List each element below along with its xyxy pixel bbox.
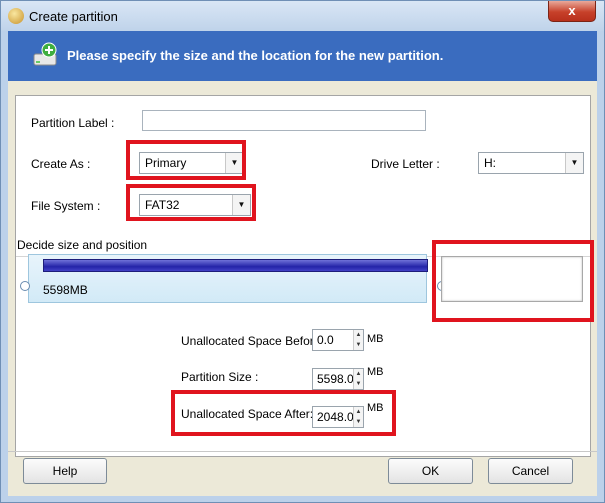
- drive-letter-value: H:: [484, 156, 496, 170]
- partition-bar-size: 5598MB: [43, 283, 88, 297]
- partition-label-input[interactable]: [142, 110, 426, 131]
- partition-label-caption: Partition Label :: [31, 116, 115, 130]
- highlight-create-as: [126, 140, 246, 180]
- partition-bar[interactable]: 5598MB: [28, 254, 428, 303]
- footer-divider: [8, 451, 597, 452]
- close-button[interactable]: x: [548, 1, 596, 22]
- ok-button[interactable]: OK: [388, 458, 473, 484]
- highlight-file-system: [126, 184, 256, 221]
- partition-bar-fill: [43, 259, 428, 272]
- window-title: Create partition: [29, 9, 118, 24]
- size-section-title: Decide size and position: [17, 238, 152, 252]
- dialog-body: Please specify the size and the location…: [8, 31, 597, 496]
- add-disk-icon: [33, 42, 57, 66]
- spin-arrows-icon[interactable]: ▲ ▼: [353, 369, 363, 389]
- partition-size-stepper[interactable]: 5598.0 ▲ ▼: [312, 368, 364, 390]
- partition-size-caption: Partition Size :: [181, 370, 259, 384]
- spin-arrows-icon[interactable]: ▲ ▼: [353, 330, 363, 350]
- form-panel: Partition Label : Create As : Primary ▼ …: [15, 95, 594, 457]
- help-button[interactable]: Help: [23, 458, 107, 484]
- left-resize-handle[interactable]: [20, 281, 30, 291]
- space-before-value: 0.0: [317, 333, 334, 347]
- title-bar: Create partition x: [1, 1, 604, 31]
- banner-instruction: Please specify the size and the location…: [67, 48, 444, 63]
- highlight-unallocated: [432, 240, 594, 322]
- space-before-caption: Unallocated Space Before:: [181, 334, 324, 348]
- create-as-caption: Create As :: [31, 157, 91, 171]
- app-icon: [8, 8, 24, 24]
- file-system-caption: File System :: [31, 199, 101, 213]
- drive-letter-select[interactable]: H: ▼: [478, 152, 584, 174]
- partition-size-unit: MB: [367, 366, 384, 378]
- space-before-stepper[interactable]: 0.0 ▲ ▼: [312, 329, 364, 351]
- header-banner: Please specify the size and the location…: [8, 31, 597, 81]
- highlight-space-after: [171, 390, 396, 436]
- create-partition-dialog: Create partition x Please specify the si…: [0, 0, 605, 503]
- drive-letter-caption: Drive Letter :: [371, 157, 440, 171]
- space-before-unit: MB: [367, 333, 384, 345]
- cancel-button[interactable]: Cancel: [488, 458, 573, 484]
- partition-size-value: 5598.0: [317, 372, 354, 386]
- chevron-down-icon[interactable]: ▼: [565, 153, 583, 173]
